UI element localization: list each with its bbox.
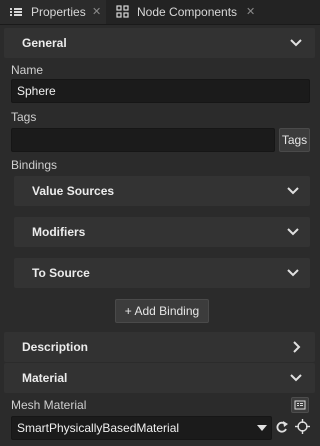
reset-icon bbox=[276, 421, 288, 433]
description-section-title: Description bbox=[22, 340, 89, 354]
bindings-label: Bindings bbox=[11, 158, 58, 172]
mesh-material-label: Mesh Material bbox=[11, 398, 87, 412]
material-library-button[interactable] bbox=[291, 397, 309, 413]
tab-node-components-label: Node Components bbox=[137, 5, 238, 19]
reset-button[interactable] bbox=[275, 419, 289, 435]
close-icon[interactable]: ✕ bbox=[246, 0, 255, 24]
tags-button[interactable]: Tags bbox=[279, 128, 310, 152]
tab-properties-label: Properties bbox=[31, 5, 86, 19]
mesh-material-value: SmartPhysicallyBasedMaterial bbox=[17, 421, 180, 435]
close-icon[interactable]: ✕ bbox=[92, 0, 101, 24]
name-label: Name bbox=[11, 63, 44, 77]
modifiers-label: Modifiers bbox=[32, 225, 86, 239]
general-section-title: General bbox=[22, 36, 67, 50]
tab-properties[interactable]: Properties ✕ bbox=[0, 0, 106, 24]
pick-target-button[interactable] bbox=[295, 419, 310, 434]
material-section-title: Material bbox=[22, 371, 68, 385]
name-field[interactable]: Sphere bbox=[11, 79, 310, 103]
material-section-header[interactable]: Material bbox=[4, 363, 315, 393]
add-binding-button[interactable]: + Add Binding bbox=[115, 299, 209, 323]
chevron-down-icon bbox=[290, 374, 302, 382]
to-source-label: To Source bbox=[32, 266, 90, 280]
chevron-down-icon bbox=[290, 39, 302, 47]
to-source-header[interactable]: To Source bbox=[14, 258, 310, 288]
tab-node-components[interactable]: Node Components ✕ bbox=[106, 0, 266, 24]
chevron-down-icon bbox=[287, 269, 299, 277]
chevron-right-icon bbox=[293, 341, 301, 353]
chevron-down-icon bbox=[287, 187, 299, 195]
modifiers-header[interactable]: Modifiers bbox=[14, 217, 310, 247]
caret-down-icon bbox=[257, 425, 267, 431]
chevron-down-icon bbox=[287, 228, 299, 236]
crosshair-icon bbox=[295, 419, 310, 434]
tags-field[interactable] bbox=[11, 128, 275, 152]
tags-label: Tags bbox=[11, 110, 37, 124]
description-section-header[interactable]: Description bbox=[4, 332, 315, 362]
value-sources-header[interactable]: Value Sources bbox=[14, 176, 310, 206]
mesh-material-dropdown[interactable]: SmartPhysicallyBasedMaterial bbox=[11, 416, 272, 440]
library-icon bbox=[294, 400, 306, 410]
general-section-header[interactable]: General bbox=[4, 28, 315, 58]
tab-bar: Properties ✕ Node Components ✕ bbox=[0, 0, 320, 25]
value-sources-label: Value Sources bbox=[32, 184, 115, 198]
